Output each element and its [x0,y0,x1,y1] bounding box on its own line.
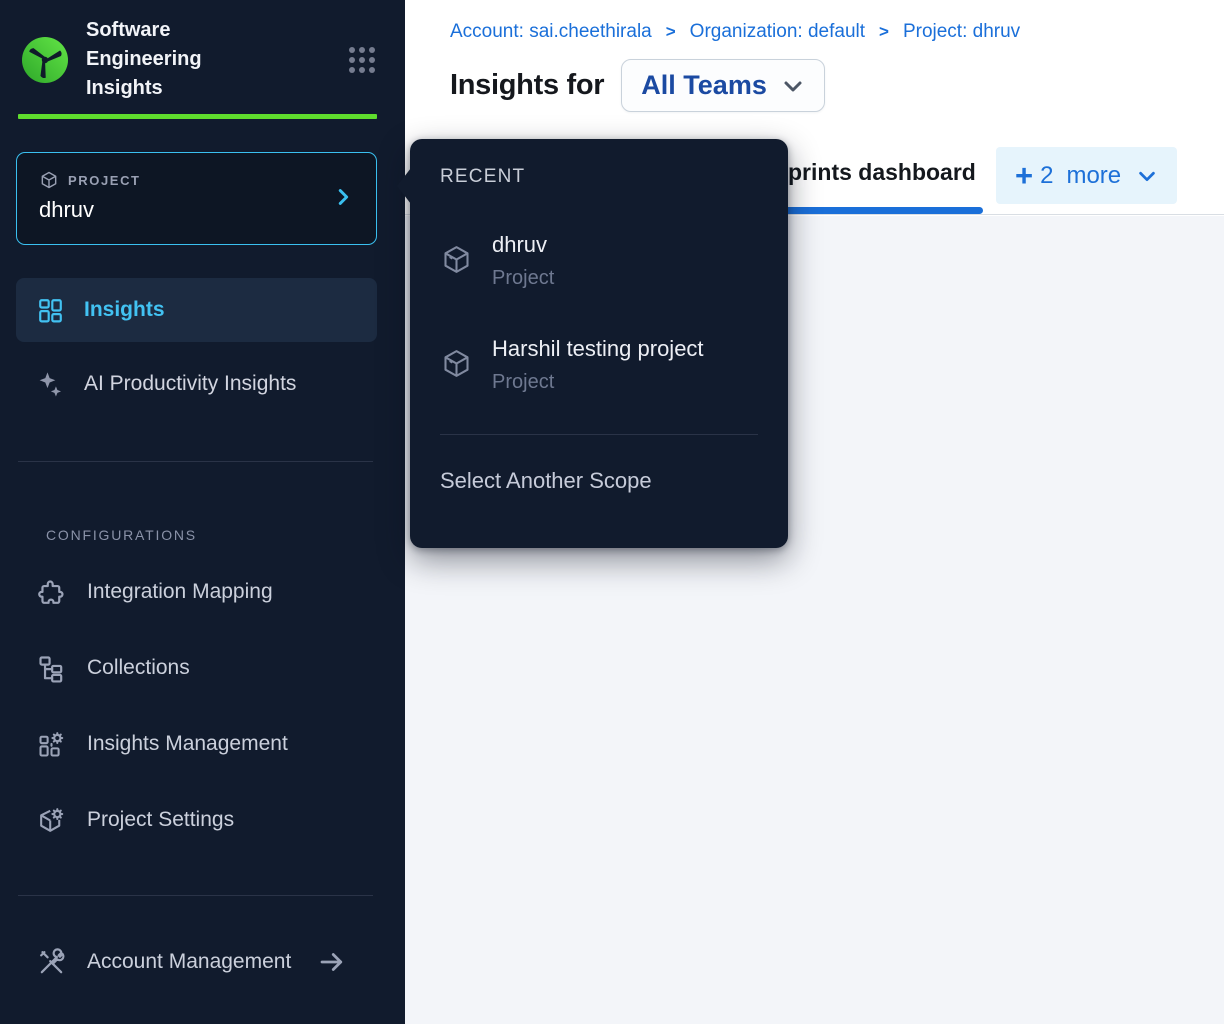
page-title: Insights for [450,69,604,102]
scope-selector-popup: RECENT dhruv Project Harshil testing pro… [410,139,788,548]
chevron-down-icon [781,74,805,98]
more-tabs-label: more [1066,162,1121,190]
chevron-down-icon [1136,165,1158,187]
breadcrumb-separator: > [666,22,676,42]
scope-item-title: dhruv [492,232,554,258]
scope-item-title: Harshil testing project [492,336,704,362]
plus-icon: + [1015,160,1033,191]
recent-scope-item-harshil-testing-project[interactable]: Harshil testing project Project [440,336,758,394]
scope-item-subtitle: Project [492,267,554,290]
project-card-label: PROJECT [68,173,141,188]
sidebar-item-insights[interactable]: Insights [16,278,377,342]
sidebar-divider [18,895,373,896]
puzzle-icon [36,577,67,608]
recent-section-title: RECENT [440,139,758,188]
sidebar-item-project-settings[interactable]: Project Settings [0,782,405,858]
configurations-section-title: CONFIGURATIONS [46,527,405,543]
recent-scope-text: dhruv Project [492,232,554,290]
sidebar: Software Engineering Insights PROJECT dh… [0,0,405,1024]
popup-divider [440,434,758,435]
recent-scope-item-dhruv[interactable]: dhruv Project [440,232,758,290]
project-scope-selector[interactable]: PROJECT dhruv [16,152,377,245]
sidebar-item-label: AI Productivity Insights [84,372,296,396]
team-selector-label: All Teams [641,70,767,101]
configurations-list: Integration Mapping Collections Insights… [0,554,405,858]
arrow-right-icon [317,947,347,977]
sidebar-item-account-management[interactable]: Account Management [0,930,405,994]
breadcrumb-organization[interactable]: Organization: default [690,21,865,43]
app-switcher-icon[interactable] [347,45,377,75]
sidebar-item-ai-productivity-insights[interactable]: AI Productivity Insights [16,352,377,416]
sidebar-item-label: Collections [87,656,190,680]
insights-gear-icon [36,729,67,760]
page-title-row: Insights for All Teams [450,59,825,112]
breadcrumb-account[interactable]: Account: sai.cheethirala [450,21,652,43]
product-title: Software Engineering Insights [86,16,266,103]
cube-icon [39,170,59,190]
sidebar-item-collections[interactable]: Collections [0,630,405,706]
team-selector-button[interactable]: All Teams [621,59,825,112]
brand-accent-rule [18,114,377,119]
select-another-scope-link[interactable]: Select Another Scope [440,468,758,494]
breadcrumb-project[interactable]: Project: dhruv [903,21,1020,43]
logo-row: Software Engineering Insights [0,0,405,103]
sparkles-icon [36,370,65,399]
more-tabs-count: 2 [1040,162,1053,190]
sidebar-item-label: Account Management [87,950,291,974]
sidebar-item-label: Project Settings [87,808,234,832]
breadcrumb-separator: > [879,22,889,42]
project-card-name: dhruv [39,197,356,223]
crossed-tools-icon [36,947,67,978]
cube-icon [440,347,473,380]
popup-beak [397,168,411,204]
cube-gear-icon [36,805,67,836]
breadcrumb: Account: sai.cheethirala > Organization:… [450,21,1020,43]
sidebar-item-label: Insights Management [87,732,288,756]
sei-logo-icon [20,35,70,85]
sidebar-item-integration-mapping[interactable]: Integration Mapping [0,554,405,630]
cube-icon [440,243,473,276]
more-tabs-button[interactable]: + 2 more [996,147,1177,204]
sidebar-item-insights-management[interactable]: Insights Management [0,706,405,782]
scope-item-subtitle: Project [492,371,704,394]
sidebar-item-label: Integration Mapping [87,580,273,604]
recent-scope-text: Harshil testing project Project [492,336,704,394]
insights-icon [36,296,65,325]
sidebar-item-label: Insights [84,298,165,322]
hierarchy-icon [36,653,67,684]
active-dashboard-tab[interactable]: prints dashboard [788,159,976,186]
sidebar-divider [18,461,373,462]
chevron-right-icon [332,186,354,208]
